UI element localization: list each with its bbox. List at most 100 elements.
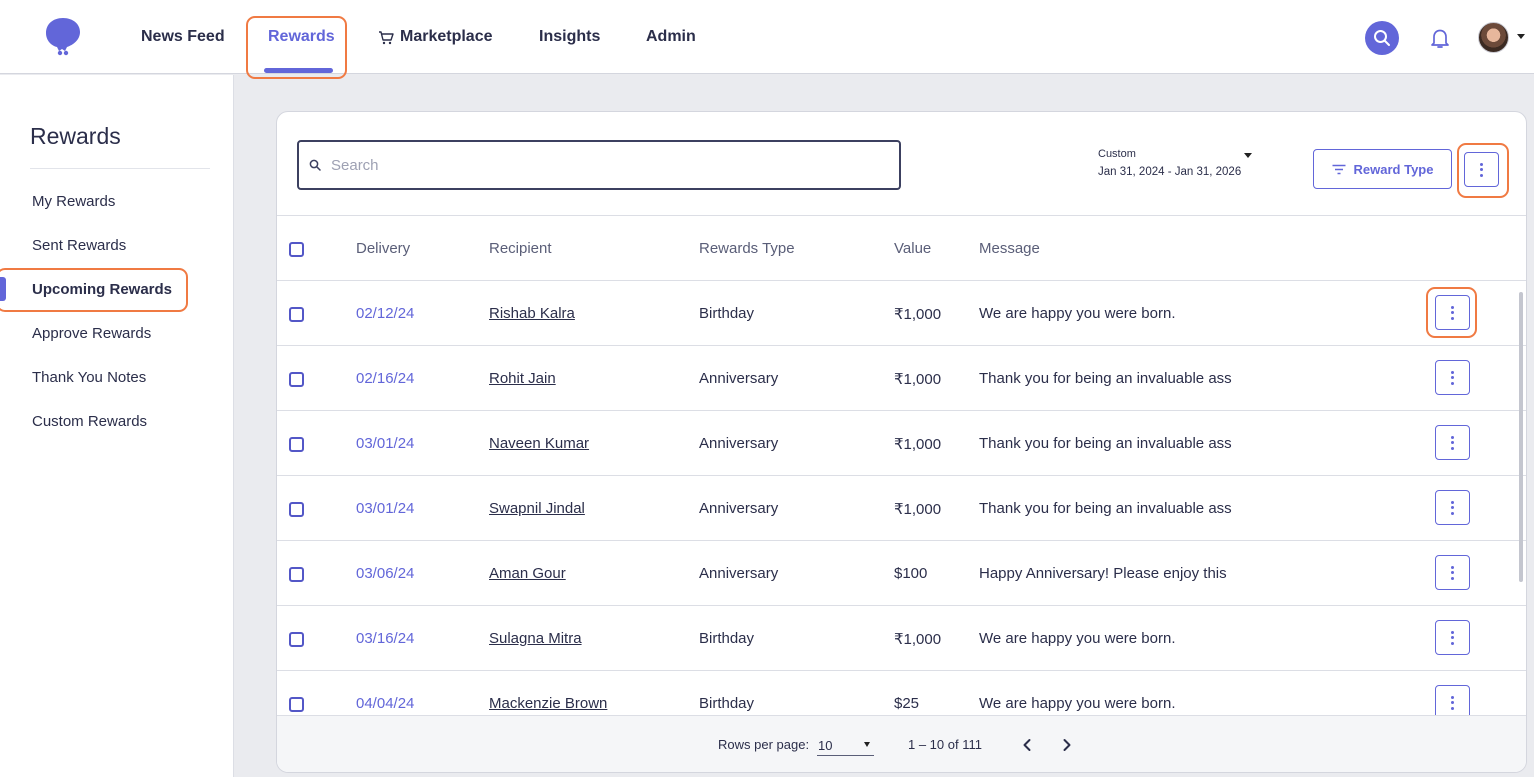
recipient-link[interactable]: Rohit Jain	[489, 370, 556, 387]
reward-type: Anniversary	[699, 435, 779, 452]
table-header-divider	[277, 215, 1526, 216]
sidebar-item-my-rewards[interactable]: My Rewards	[32, 193, 115, 210]
global-search-button[interactable]	[1365, 21, 1399, 55]
nav-marketplace[interactable]: Marketplace	[378, 0, 493, 74]
delivery-date[interactable]: 03/06/24	[356, 565, 414, 582]
reward-message: Thank you for being an invaluable ass	[979, 435, 1232, 452]
sidebar-item-thank-you-notes[interactable]: Thank You Notes	[32, 369, 146, 386]
row-checkbox[interactable]	[289, 502, 304, 517]
row-divider	[277, 410, 1526, 411]
nav-news-feed[interactable]: News Feed	[141, 0, 225, 74]
kebab-menu-icon	[1451, 305, 1454, 320]
row-actions-button[interactable]	[1435, 490, 1470, 525]
row-actions-button[interactable]	[1435, 360, 1470, 395]
reward-value: ₹1,000	[894, 306, 942, 323]
previous-page-button[interactable]	[1015, 733, 1039, 757]
recipient-link[interactable]: Naveen Kumar	[489, 435, 589, 452]
top-navigation: News Feed Rewards Marketplace Insights A…	[0, 0, 1534, 74]
kebab-menu-icon	[1451, 435, 1454, 450]
nav-active-indicator	[264, 68, 333, 73]
date-range-select[interactable]: Custom Jan 31, 2024 - Jan 31, 2026	[1097, 147, 1257, 183]
sidebar-title: Rewards	[30, 123, 121, 149]
reward-value: ₹1,000	[894, 501, 942, 518]
search-icon	[1374, 30, 1390, 46]
reward-type-filter-button[interactable]: Reward Type	[1313, 149, 1452, 189]
kebab-menu-icon	[1451, 500, 1454, 515]
reward-value: ₹1,000	[894, 371, 942, 388]
kebab-menu-icon	[1451, 565, 1454, 580]
recipient-link[interactable]: Swapnil Jindal	[489, 500, 585, 517]
column-header-value[interactable]: Value	[894, 240, 931, 257]
date-filter-label: Custom	[1098, 148, 1136, 160]
row-divider	[277, 540, 1526, 541]
reward-type: Anniversary	[699, 500, 779, 517]
nav-admin[interactable]: Admin	[646, 0, 696, 74]
delivery-date[interactable]: 02/12/24	[356, 305, 414, 322]
row-checkbox[interactable]	[289, 632, 304, 647]
row-actions-button[interactable]	[1435, 555, 1470, 590]
chevron-down-icon[interactable]	[1517, 34, 1525, 39]
rows-per-page-select[interactable]: 10	[817, 734, 874, 756]
pagination-bar: Rows per page: 10 1 – 10 of 111	[277, 715, 1526, 772]
sidebar-item-approve-rewards[interactable]: Approve Rewards	[32, 325, 151, 342]
nav-insights[interactable]: Insights	[539, 0, 600, 74]
recipient-link[interactable]: Aman Gour	[489, 565, 566, 582]
logo-icon[interactable]	[44, 16, 82, 56]
row-divider	[277, 345, 1526, 346]
chevron-down-icon	[864, 742, 870, 747]
column-header-delivery[interactable]: Delivery	[356, 240, 410, 257]
search-field[interactable]	[297, 140, 901, 190]
recipient-link[interactable]: Sulagna Mitra	[489, 630, 582, 647]
date-range-value: Jan 31, 2024 - Jan 31, 2026	[1098, 166, 1242, 178]
column-header-recipient[interactable]: Recipient	[489, 240, 552, 257]
select-all-checkbox[interactable]	[289, 242, 304, 257]
search-input[interactable]	[331, 156, 871, 174]
delivery-date[interactable]: 04/04/24	[356, 695, 414, 712]
delivery-date[interactable]: 03/01/24	[356, 435, 414, 452]
table-scrollbar[interactable]	[1519, 292, 1523, 582]
divider	[30, 168, 210, 169]
row-checkbox[interactable]	[289, 372, 304, 387]
reward-message: Thank you for being an invaluable ass	[979, 500, 1232, 517]
chevron-down-icon	[1244, 153, 1252, 158]
row-actions-button[interactable]	[1435, 425, 1470, 460]
bell-icon[interactable]	[1429, 27, 1451, 49]
recipient-link[interactable]: Rishab Kalra	[489, 305, 575, 322]
row-checkbox[interactable]	[289, 307, 304, 322]
nav-marketplace-label: Marketplace	[400, 28, 493, 45]
avatar[interactable]	[1478, 22, 1509, 53]
column-header-message[interactable]: Message	[979, 240, 1040, 257]
sidebar-item-custom-rewards[interactable]: Custom Rewards	[32, 413, 147, 430]
pagination-range: 1 – 10 of 111	[908, 737, 982, 752]
reward-value: $100	[894, 565, 928, 582]
row-actions-button[interactable]	[1435, 620, 1470, 655]
row-divider	[277, 475, 1526, 476]
cart-icon	[378, 30, 394, 45]
filter-icon	[1332, 164, 1346, 174]
kebab-menu-icon	[1451, 630, 1454, 645]
sidebar-item-upcoming-rewards[interactable]: Upcoming Rewards	[32, 281, 172, 298]
reward-message: Thank you for being an invaluable ass	[979, 370, 1232, 387]
rows-per-page-label: Rows per page:	[718, 737, 810, 752]
reward-message: We are happy you were born.	[979, 695, 1176, 712]
chevron-left-icon	[1023, 739, 1031, 751]
delivery-date[interactable]: 03/01/24	[356, 500, 414, 517]
recipient-link[interactable]: Mackenzie Brown	[489, 695, 607, 712]
reward-type: Birthday	[699, 630, 755, 647]
sidebar-item-sent-rewards[interactable]: Sent Rewards	[32, 237, 126, 254]
row-actions-button[interactable]	[1435, 295, 1470, 330]
reward-value: ₹1,000	[894, 631, 942, 648]
delivery-date[interactable]: 02/16/24	[356, 370, 414, 387]
reward-type: Anniversary	[699, 565, 779, 582]
row-checkbox[interactable]	[289, 437, 304, 452]
delivery-date[interactable]: 03/16/24	[356, 630, 414, 647]
column-header-rewards-type[interactable]: Rewards Type	[699, 240, 795, 257]
row-checkbox[interactable]	[289, 697, 304, 712]
nav-rewards[interactable]: Rewards	[268, 0, 335, 74]
reward-message: We are happy you were born.	[979, 305, 1176, 322]
reward-value: $25	[894, 695, 920, 712]
table-options-button[interactable]	[1464, 152, 1499, 187]
search-icon	[309, 159, 321, 171]
row-checkbox[interactable]	[289, 567, 304, 582]
next-page-button[interactable]	[1055, 733, 1079, 757]
